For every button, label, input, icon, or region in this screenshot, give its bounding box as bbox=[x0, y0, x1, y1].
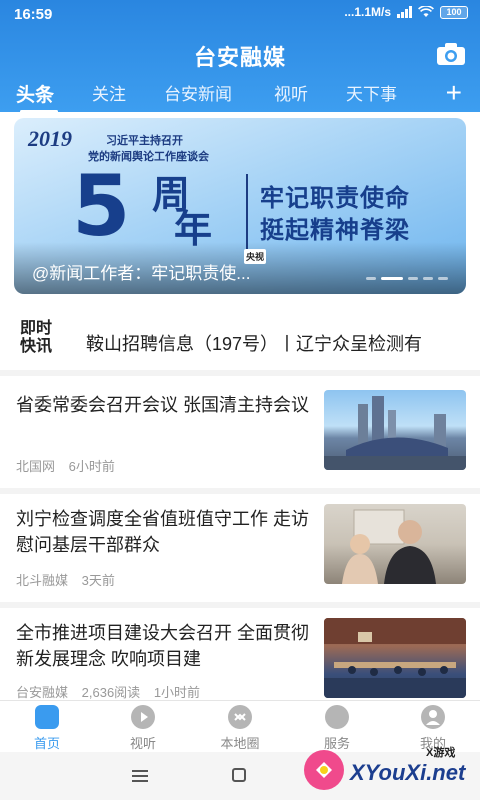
network-speed: ...1.1M/s bbox=[344, 5, 391, 19]
watermark-logo-icon bbox=[304, 750, 344, 790]
app-header: 16:59 ...1.1M/s 100 台安融媒 头条 关注 台安新闻 视听 天… bbox=[0, 0, 480, 113]
status-bar: 16:59 ...1.1M/s 100 bbox=[0, 0, 480, 30]
news-reads: 2,636阅读 bbox=[81, 685, 141, 700]
news-meta: 台安融媒 2,636阅读 1小时前 bbox=[16, 682, 210, 701]
carousel-dot bbox=[438, 277, 448, 280]
banner-logo: 2019 bbox=[28, 126, 72, 151]
banner-subtitle: 习近平主持召开 bbox=[106, 135, 183, 147]
nav-audio-video[interactable]: 视听 bbox=[108, 705, 178, 752]
banner-caption: @新闻工作者：牢记职责使... bbox=[32, 264, 251, 283]
tab-follow[interactable]: 关注 bbox=[92, 80, 126, 105]
wifi-icon bbox=[418, 6, 434, 17]
flash-news-text: 鞍山招聘信息（197号）丨辽宁众呈检测有 bbox=[86, 334, 423, 354]
tab-audio-video[interactable]: 视听 bbox=[274, 80, 308, 105]
flash-logo-line: 快讯 bbox=[20, 338, 53, 355]
news-title: 省委常委会召开会议 张国清主持会议 bbox=[16, 395, 309, 415]
active-tab-indicator bbox=[20, 110, 58, 113]
banner-slogan: 牢记职责使命 bbox=[260, 185, 410, 212]
news-time: 6小时前 bbox=[68, 459, 115, 474]
news-list-item[interactable]: 刘宁检查调度全省值班值守工作 走访慰问基层干部群众 北斗融媒 3天前 bbox=[0, 504, 480, 594]
news-list-item[interactable]: 全市推进项目建设大会召开 全面贯彻新发展理念 吹响项目建 台安融媒 2,636阅… bbox=[0, 618, 480, 700]
section-divider bbox=[0, 602, 480, 608]
user-icon bbox=[421, 705, 445, 729]
flash-logo-line: 即时 bbox=[20, 320, 53, 337]
banner-slogan: 挺起精神脊梁 bbox=[260, 217, 410, 244]
home-button-icon[interactable] bbox=[232, 768, 246, 782]
flash-news-logo: 即时 快讯 bbox=[20, 320, 60, 360]
channel-tabs: 头条 关注 台安新闻 视听 天下事 bbox=[0, 80, 480, 110]
featured-banner[interactable]: 2019 习近平主持召开 党的新闻舆论工作座谈会 5 周 年 牢记职责使命 挺起… bbox=[14, 118, 466, 294]
status-time: 16:59 bbox=[14, 6, 53, 23]
handshake-icon bbox=[325, 705, 349, 729]
watermark-small-text: X游戏 bbox=[426, 747, 456, 759]
section-divider bbox=[0, 488, 480, 494]
news-thumbnail bbox=[324, 618, 466, 698]
carousel-dot bbox=[423, 277, 433, 280]
news-list-item[interactable]: 省委常委会召开会议 张国清主持会议 北国网 6小时前 bbox=[0, 390, 480, 480]
news-meta: 北国网 6小时前 bbox=[16, 456, 125, 475]
carousel-dot bbox=[408, 277, 418, 280]
flash-news-bar[interactable]: 即时 快讯 鞍山招聘信息（197号）丨辽宁众呈检测有 bbox=[0, 318, 480, 364]
news-source: 台安融媒 bbox=[16, 685, 69, 700]
news-source: 北国网 bbox=[16, 459, 56, 474]
watermark-text: XYouXi.net bbox=[350, 760, 466, 785]
nav-label: 首页 bbox=[33, 736, 60, 751]
local-circle-icon bbox=[228, 705, 252, 729]
app-title: 台安融媒 bbox=[193, 45, 286, 70]
carousel-dot bbox=[381, 277, 403, 280]
news-thumbnail bbox=[324, 504, 466, 584]
news-time: 3天前 bbox=[81, 573, 115, 588]
tab-world-news[interactable]: 天下事 bbox=[346, 80, 397, 105]
carousel-indicator bbox=[366, 277, 448, 280]
news-title: 全市推进项目建设大会召开 全面贯彻新发展理念 吹响项目建 bbox=[16, 623, 309, 669]
tab-taian-news[interactable]: 台安新闻 bbox=[164, 80, 232, 105]
play-icon bbox=[131, 705, 155, 729]
news-time: 1小时前 bbox=[153, 685, 201, 700]
watermark: X游戏 XYouXi.net bbox=[304, 742, 472, 796]
nav-local-circle[interactable]: 本地圈 bbox=[205, 705, 275, 752]
tab-headline[interactable]: 头条 bbox=[16, 80, 54, 107]
battery-icon: 100 bbox=[440, 5, 468, 19]
news-thumbnail bbox=[324, 390, 466, 470]
news-title: 刘宁检查调度全省值班值守工作 走访慰问基层干部群众 bbox=[16, 509, 309, 555]
section-divider bbox=[0, 370, 480, 376]
news-source: 北斗融媒 bbox=[16, 573, 69, 588]
nav-label: 视听 bbox=[129, 736, 156, 751]
carousel-dot bbox=[366, 277, 376, 280]
banner-big-number: 5 bbox=[72, 157, 131, 255]
add-channel-icon[interactable]: + bbox=[446, 79, 462, 107]
signal-icon bbox=[397, 6, 412, 18]
news-meta: 北斗融媒 3天前 bbox=[16, 570, 125, 589]
nav-home[interactable]: 首页 bbox=[12, 705, 82, 752]
status-indicators: ...1.1M/s 100 bbox=[344, 5, 468, 19]
menu-icon[interactable] bbox=[132, 770, 148, 782]
home-icon bbox=[35, 705, 59, 729]
camera-icon[interactable] bbox=[436, 42, 466, 66]
nav-label: 本地圈 bbox=[220, 736, 260, 751]
